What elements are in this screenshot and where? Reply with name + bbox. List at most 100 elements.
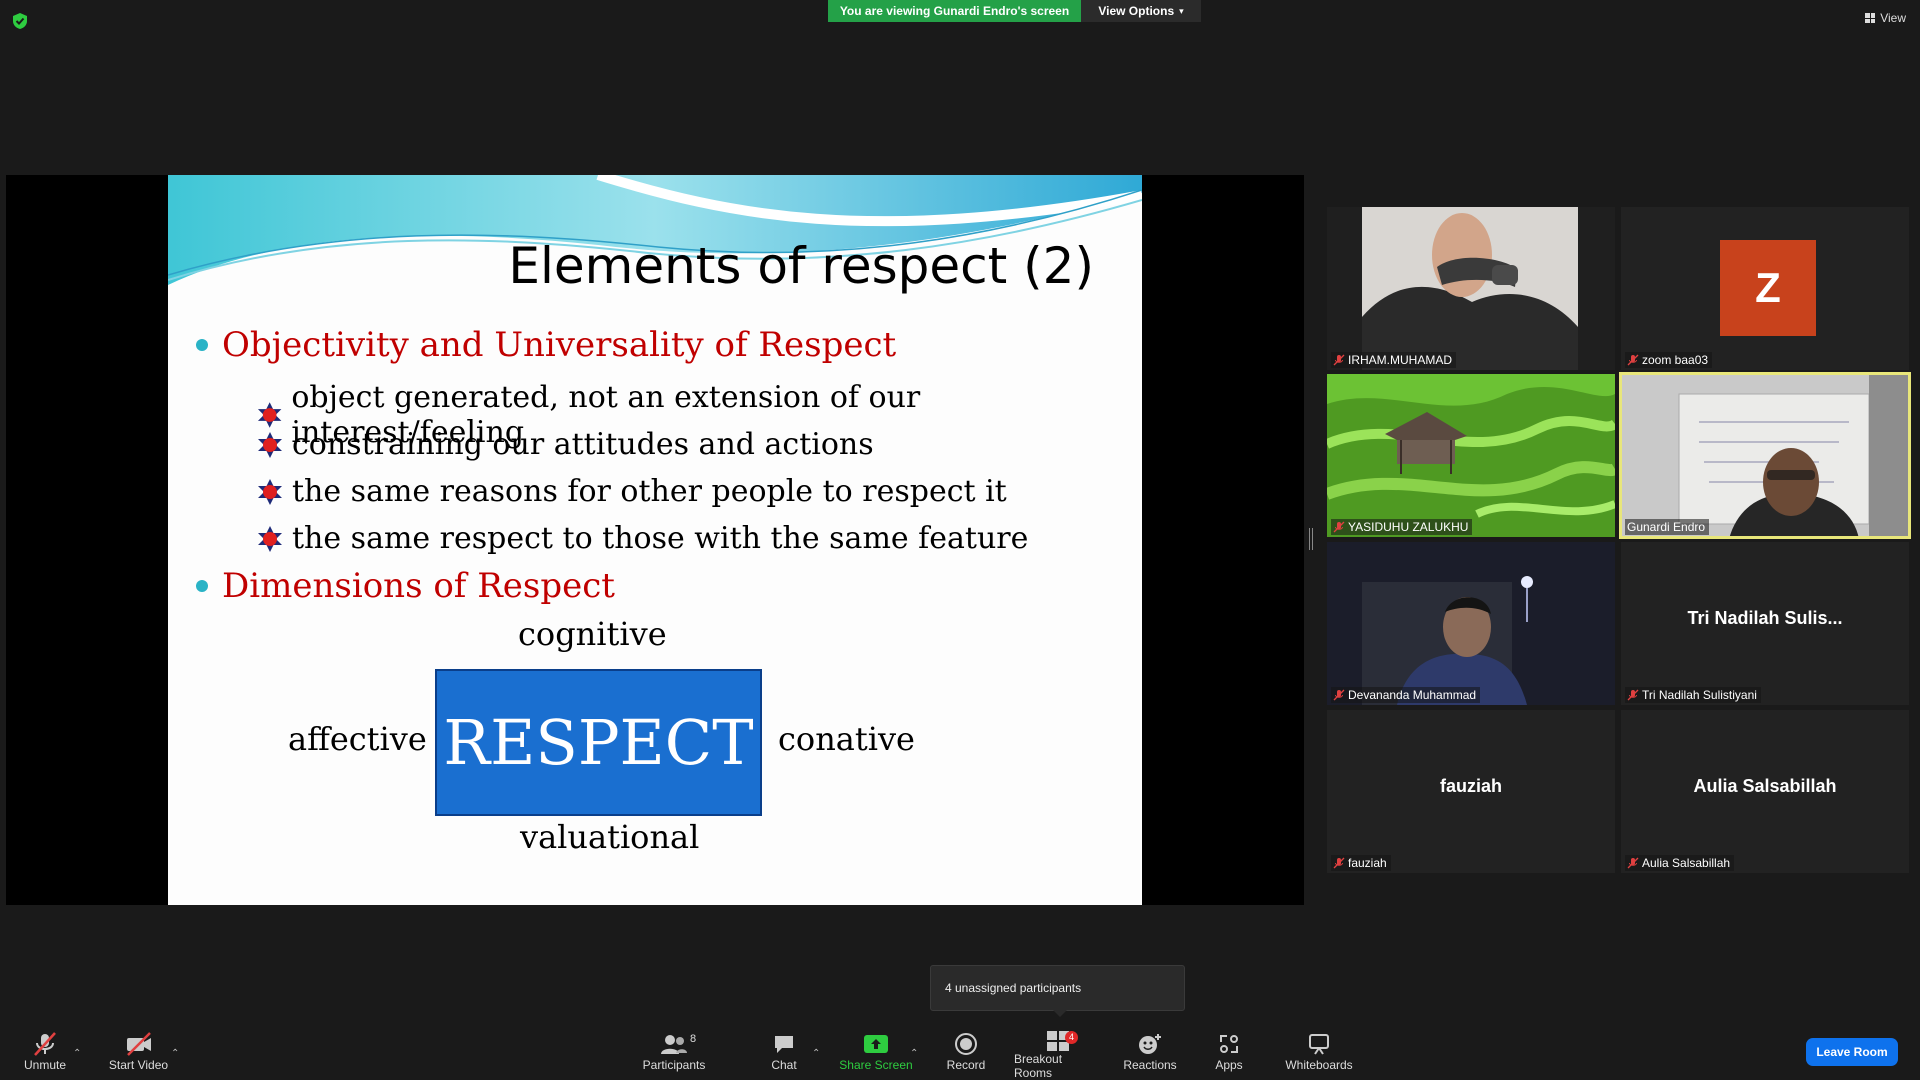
- view-options-label: View Options: [1098, 4, 1175, 18]
- audio-options-caret[interactable]: ⌃: [73, 1048, 81, 1059]
- participant-name: zoom baa03: [1642, 353, 1709, 367]
- leave-room-button[interactable]: Leave Room: [1806, 1038, 1898, 1066]
- star-bullet-icon: [258, 431, 282, 458]
- participant-video: [1327, 374, 1615, 537]
- reactions-icon: [1139, 1034, 1161, 1054]
- participant-name: fauziah: [1348, 856, 1387, 870]
- sub-bullet-text: the same reasons for other people to res…: [292, 474, 1007, 509]
- reactions-button[interactable]: Reactions: [1123, 1030, 1177, 1078]
- start-video-label: Start Video: [108, 1058, 169, 1072]
- participant-tile[interactable]: YASIDUHU ZALUKHU: [1327, 374, 1615, 537]
- whiteboard-icon: [1309, 1034, 1329, 1055]
- participant-name-label: IRHAM.MUHAMAD: [1331, 352, 1456, 368]
- dimension-top: cognitive: [518, 615, 667, 653]
- presentation-slide: Elements of respect (2) Objectivity and …: [168, 175, 1142, 905]
- participant-tile[interactable]: IRHAM.MUHAMAD: [1327, 207, 1615, 370]
- chat-options-caret[interactable]: ⌃: [812, 1048, 820, 1059]
- sub-bullet-text: constraining our attitudes and actions: [292, 427, 874, 462]
- reactions-label: Reactions: [1123, 1058, 1177, 1072]
- slide-sub-bullet: the same reasons for other people to res…: [256, 474, 1007, 509]
- participants-icon: [661, 1035, 687, 1054]
- apps-icon: [1220, 1035, 1238, 1053]
- slide-bullet: Dimensions of Respect: [196, 566, 615, 606]
- slide-sub-bullet: the same respect to those with the same …: [256, 521, 1028, 556]
- participant-tile-active-speaker[interactable]: Gunardi Endro: [1619, 372, 1911, 539]
- bullet-text: Dimensions of Respect: [222, 566, 615, 606]
- participant-tile[interactable]: Devananda Muhammad: [1327, 542, 1615, 705]
- participant-video: [1327, 542, 1615, 705]
- record-icon: [955, 1033, 977, 1055]
- slide-title: Elements of respect (2): [508, 237, 1094, 295]
- share-options-caret[interactable]: ⌃: [910, 1048, 918, 1059]
- muted-mic-icon: [34, 1032, 56, 1056]
- panel-resize-handle[interactable]: [1309, 528, 1313, 550]
- participant-video: [1619, 372, 1911, 539]
- participant-name: Aulia Salsabillah: [1642, 856, 1731, 870]
- muted-mic-icon: [1333, 689, 1345, 701]
- chevron-down-icon: ▾: [1179, 5, 1184, 16]
- shared-screen: Elements of respect (2) Objectivity and …: [6, 175, 1304, 905]
- muted-mic-icon: [1333, 857, 1345, 869]
- participant-name-label: Gunardi Endro: [1625, 519, 1710, 535]
- star-bullet-icon: [257, 402, 282, 428]
- sub-bullet-text: the same respect to those with the same …: [292, 521, 1029, 556]
- participant-name-label: Devananda Muhammad: [1331, 687, 1481, 703]
- unmute-button[interactable]: Unmute: [20, 1030, 70, 1078]
- view-options-dropdown[interactable]: View Options ▾: [1081, 0, 1201, 22]
- muted-mic-icon: [1627, 857, 1639, 869]
- bullet-text: Objectivity and Universality of Respect: [222, 325, 897, 365]
- whiteboards-button[interactable]: Whiteboards: [1283, 1030, 1355, 1078]
- dimension-left: affective: [288, 720, 427, 758]
- participant-name-label: YASIDUHU ZALUKHU: [1331, 519, 1473, 535]
- breakout-rooms-button[interactable]: 4 Breakout Rooms: [1014, 1030, 1102, 1080]
- participants-count: 8: [690, 1033, 697, 1045]
- participant-tile[interactable]: Tri Nadilah Sulis... Tri Nadilah Sulisti…: [1621, 542, 1909, 705]
- participant-tile[interactable]: Aulia Salsabillah Aulia Salsabillah: [1621, 710, 1909, 873]
- participant-center-name: Aulia Salsabillah: [1693, 776, 1837, 796]
- participants-label: Participants: [642, 1058, 706, 1072]
- bullet-dot: [196, 580, 208, 592]
- participant-name: IRHAM.MUHAMAD: [1348, 353, 1452, 367]
- participant-center-name: Tri Nadilah Sulis...: [1687, 608, 1843, 628]
- record-button[interactable]: Record: [945, 1030, 987, 1078]
- participant-name-label: fauziah: [1331, 855, 1391, 871]
- muted-mic-icon: [1333, 354, 1345, 366]
- whiteboards-label: Whiteboards: [1285, 1058, 1353, 1072]
- dimension-bottom: valuational: [520, 818, 700, 856]
- share-screen-button[interactable]: Share Screen: [838, 1030, 914, 1078]
- dimension-right: conative: [778, 720, 915, 758]
- unmute-label: Unmute: [23, 1058, 67, 1072]
- breakout-rooms-label: Breakout Rooms: [1014, 1052, 1063, 1080]
- apps-label: Apps: [1215, 1058, 1243, 1072]
- muted-mic-icon: [1627, 689, 1639, 701]
- security-shield-icon[interactable]: [12, 12, 28, 30]
- avatar: Z: [1720, 240, 1816, 336]
- star-bullet-icon: [258, 525, 282, 552]
- slide-sub-bullet: constraining our attitudes and actions: [256, 427, 874, 462]
- participant-name-label: zoom baa03: [1625, 352, 1713, 368]
- star-bullet-icon: [258, 478, 282, 505]
- video-options-caret[interactable]: ⌃: [171, 1048, 179, 1059]
- muted-mic-icon: [1627, 354, 1639, 366]
- apps-button[interactable]: Apps: [1210, 1030, 1248, 1078]
- breakout-rooms-badge: 4: [1064, 1031, 1078, 1044]
- participant-name: Gunardi Endro: [1627, 520, 1706, 534]
- grid-view-icon: [1865, 13, 1876, 23]
- video-off-icon: [126, 1032, 151, 1056]
- participant-tile[interactable]: fauziah fauziah: [1327, 710, 1615, 873]
- start-video-button[interactable]: Start Video: [106, 1030, 171, 1078]
- share-screen-label: Share Screen: [839, 1058, 913, 1072]
- muted-mic-icon: [1333, 521, 1345, 533]
- participant-name: YASIDUHU ZALUKHU: [1348, 520, 1469, 534]
- participant-name-label: Aulia Salsabillah: [1625, 855, 1735, 871]
- participant-video: [1327, 207, 1615, 370]
- view-button[interactable]: View: [1865, 11, 1906, 25]
- participant-tile[interactable]: Z zoom baa03: [1621, 207, 1909, 370]
- participants-button[interactable]: 8 Participants: [640, 1030, 708, 1078]
- chat-button[interactable]: Chat: [764, 1030, 804, 1078]
- participant-name: Tri Nadilah Sulistiyani: [1642, 688, 1757, 702]
- record-label: Record: [946, 1058, 986, 1072]
- slide-bullet: Objectivity and Universality of Respect: [196, 325, 896, 365]
- viewing-screen-banner: You are viewing Gunardi Endro's screen: [828, 0, 1081, 22]
- participant-name: Devananda Muhammad: [1348, 688, 1477, 702]
